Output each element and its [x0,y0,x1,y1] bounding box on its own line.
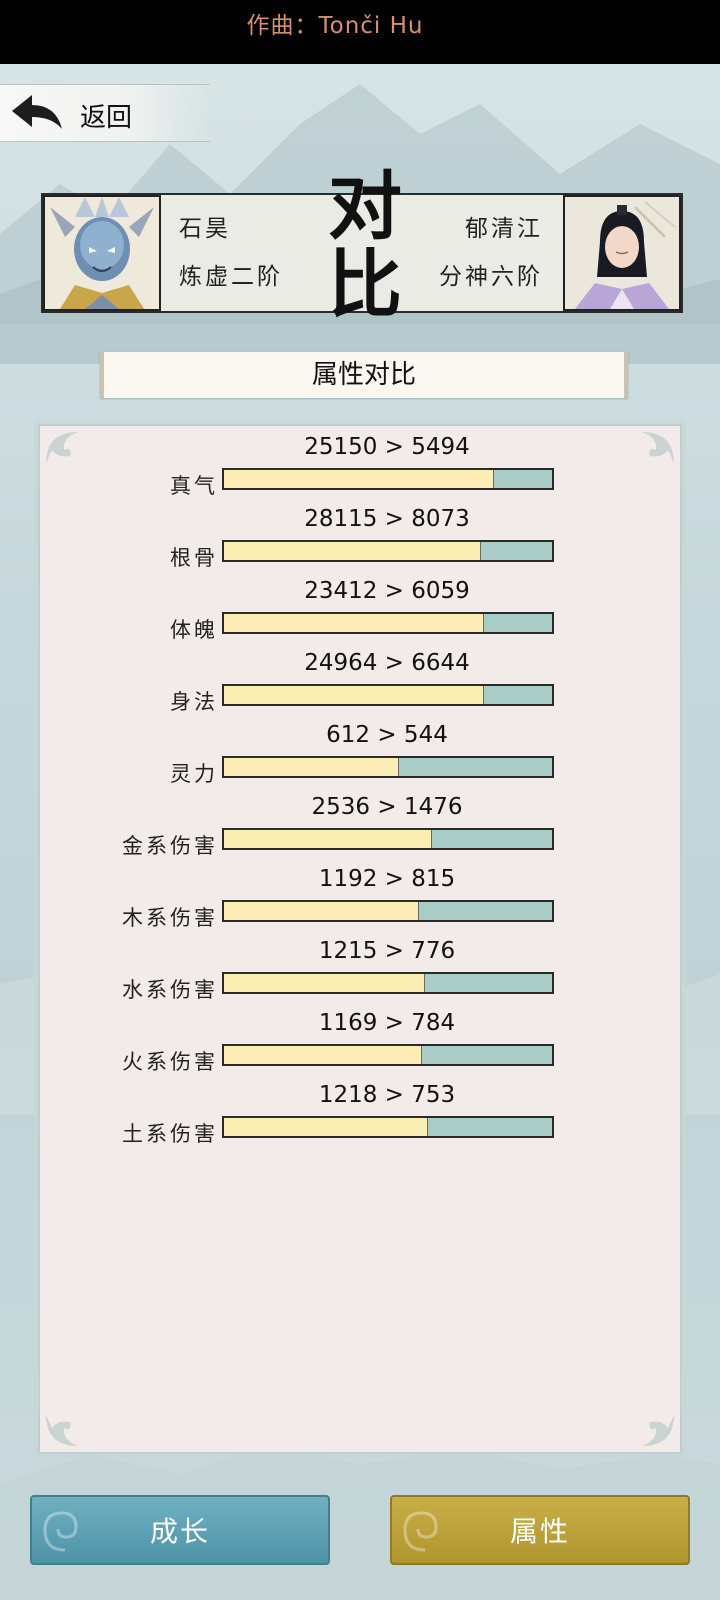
stat-value-compare: 1192 > 815 [318,866,456,892]
stat-row: 23412 > 6059 体魄 [40,578,684,650]
stat-compare-bar [222,540,554,562]
stat-bar-fill [224,902,419,920]
comparison-banner: 石昊 炼虚二阶 对 比 郁清江 分神六阶 [41,164,683,328]
growth-button-label: 成长 [149,1515,210,1548]
left-character-realm: 炼虚二阶 [179,264,283,290]
stat-compare-bar [222,756,554,778]
stat-label: 水系伤害 [122,978,218,1002]
stat-row: 1192 > 815 木系伤害 [40,866,684,938]
stat-compare-bar [222,1116,554,1138]
stat-bar-fill [224,830,432,848]
stat-compare-bar [222,900,554,922]
stat-bar-fill [224,758,399,776]
stat-row: 1169 > 784 火系伤害 [40,1010,684,1082]
corner-ornament-icon [46,1414,78,1446]
right-character-realm: 分神六阶 [439,264,543,290]
stat-compare-bar [222,972,554,994]
stat-bar-fill [224,542,481,560]
back-arrow-icon [12,95,62,129]
stat-bar-fill [224,470,494,488]
dragon-mask-portrait-icon [45,197,159,309]
section-title: 属性对比 [100,352,628,398]
stat-value-compare: 28115 > 8073 [304,506,470,532]
right-character-portrait[interactable] [563,195,681,311]
stat-bar-fill [224,614,485,632]
stat-value-compare: 1169 > 784 [318,1010,456,1036]
stat-row: 25150 > 5494 真气 [40,434,684,506]
attributes-button-label: 属性 [509,1515,570,1548]
stat-label: 木系伤害 [122,906,218,930]
stat-compare-bar [222,612,554,634]
stat-row: 2536 > 1476 金系伤害 [40,794,684,866]
cloud-swirl-icon [43,1511,78,1552]
stat-value-compare: 1215 > 776 [318,938,456,964]
stat-label: 体魄 [170,618,218,642]
right-character-name: 郁清江 [465,216,543,242]
stat-compare-bar [222,468,554,490]
stat-row: 1218 > 753 土系伤害 [40,1082,684,1154]
stat-label: 金系伤害 [122,834,218,858]
swordsman-portrait-icon [565,197,679,309]
stat-value-compare: 24964 > 6644 [304,650,470,676]
top-status-bar: 作曲：Tonči Hu [0,0,720,64]
stat-comparison-panel: 25150 > 5494 真气 28115 > 8073 根骨 23412 > … [38,424,682,1454]
vs-title-bottom: 比 [328,242,402,328]
stat-value-compare: 612 > 544 [326,722,448,748]
stat-compare-bar [222,828,554,850]
stat-label: 身法 [170,690,218,714]
stat-label: 根骨 [170,546,218,570]
left-character-name: 石昊 [179,216,231,242]
stat-compare-bar [222,1044,554,1066]
stat-label: 灵力 [170,762,218,786]
growth-button[interactable]: 成长 [30,1495,330,1565]
stat-bar-fill [224,974,426,992]
stat-value-compare: 1218 > 753 [318,1082,456,1108]
stat-bar-fill [224,1046,422,1064]
attributes-button[interactable]: 属性 [390,1495,690,1565]
stat-row: 612 > 544 灵力 [40,722,684,794]
stat-label: 土系伤害 [122,1122,218,1146]
left-character-portrait[interactable] [43,195,161,311]
stat-value-compare: 2536 > 1476 [311,794,463,820]
stat-value-compare: 25150 > 5494 [304,434,470,460]
stat-value-compare: 23412 > 6059 [304,578,470,604]
stat-row: 28115 > 8073 根骨 [40,506,684,578]
music-caption: 作曲：Tonči Hu [246,13,424,39]
stat-label: 真气 [170,474,218,498]
cloud-swirl-icon [403,1511,438,1552]
back-label: 返回 [80,103,133,133]
stat-label: 火系伤害 [122,1050,218,1074]
corner-ornament-icon [642,1414,674,1446]
back-button[interactable]: 返回 [0,84,210,142]
stat-row: 24964 > 6644 身法 [40,650,684,722]
stat-compare-bar [222,684,554,706]
stat-bar-fill [224,1118,429,1136]
stat-row: 1215 > 776 水系伤害 [40,938,684,1010]
stat-bar-fill [224,686,485,704]
